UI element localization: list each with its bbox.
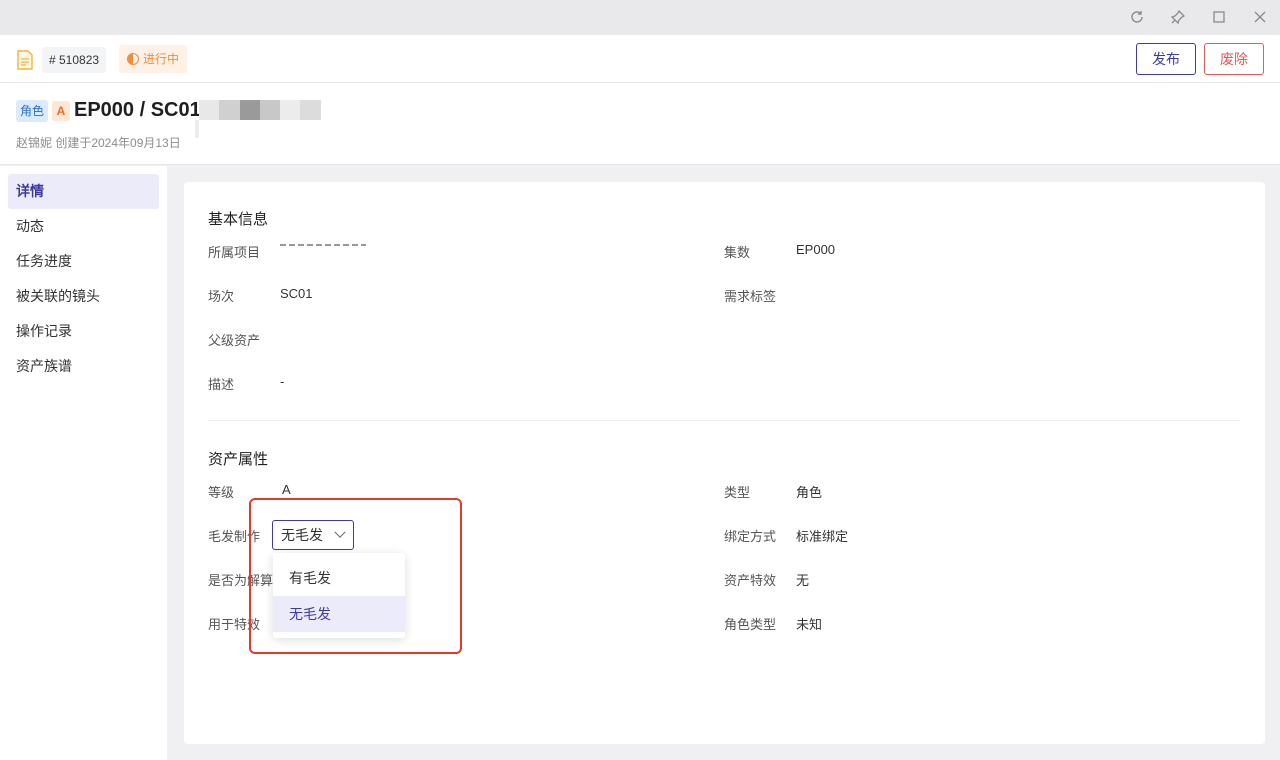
parent-asset-label: 父级资产 <box>208 333 261 348</box>
pin-icon[interactable] <box>1169 8 1187 26</box>
refresh-icon[interactable] <box>1128 8 1146 26</box>
type-value: 角色 <box>796 485 823 500</box>
sidebar-item-linked-shots[interactable]: 被关联的镜头 <box>8 279 159 314</box>
grade-label: 等级 <box>208 485 235 500</box>
publish-button[interactable]: 发布 <box>1136 43 1196 75</box>
discard-button[interactable]: 废除 <box>1204 43 1264 75</box>
scene-value: SC01 <box>280 286 313 301</box>
grade-value: A <box>282 482 291 497</box>
description-label: 描述 <box>208 377 235 392</box>
details-card: 基本信息 所属项目 集数 EP000 场次 SC01 需求标签 父级资产 描述 … <box>184 182 1265 744</box>
sidebar-item-operation-log[interactable]: 操作记录 <box>8 314 159 349</box>
effect-value: 无 <box>796 573 810 588</box>
asset-title-area: 角色 A EP000 / SC01 赵锦妮 创建于2024年09月13日 <box>0 83 1280 165</box>
progress-icon <box>127 53 139 65</box>
effect-label: 资产特效 <box>724 573 777 588</box>
asset-grade-badge: A <box>52 101 70 121</box>
scene-label: 场次 <box>208 289 235 304</box>
section-divider <box>208 420 1240 421</box>
episode-label: 集数 <box>724 245 751 260</box>
sidebar-item-asset-lineage[interactable]: 资产族谱 <box>8 349 159 384</box>
binding-label: 绑定方式 <box>724 529 777 544</box>
project-label: 所属项目 <box>208 245 261 260</box>
annotation-highlight-box <box>249 498 462 654</box>
document-icon <box>16 50 34 70</box>
window-title-bar <box>0 0 1280 35</box>
page-title: EP000 / SC01 <box>74 99 201 121</box>
sidebar-item-task-progress[interactable]: 任务进度 <box>8 244 159 279</box>
tags-label: 需求标签 <box>724 289 777 304</box>
sidebar: 详情 动态 任务进度 被关联的镜头 操作记录 资产族谱 <box>0 166 167 760</box>
role-type-value: 未知 <box>796 617 823 632</box>
close-icon[interactable] <box>1251 8 1269 26</box>
project-value-clipped <box>280 242 366 247</box>
sidebar-item-details[interactable]: 详情 <box>8 174 159 209</box>
episode-value: EP000 <box>796 242 836 257</box>
binding-value: 标准绑定 <box>796 529 849 544</box>
redacted-title-mosaic <box>199 100 321 120</box>
role-type-label: 角色类型 <box>724 617 777 632</box>
sidebar-item-activity[interactable]: 动态 <box>8 209 159 244</box>
asset-attributes-title: 资产属性 <box>208 451 269 468</box>
basic-info-title: 基本信息 <box>208 211 269 228</box>
description-value: - <box>280 374 285 389</box>
asset-id-tag: # 510823 <box>42 47 107 73</box>
status-label: 进行中 <box>143 52 180 66</box>
maximize-icon[interactable] <box>1210 8 1228 26</box>
top-header: # 510823 进行中 发布 废除 <box>0 35 1280 83</box>
status-badge: 进行中 <box>119 45 188 73</box>
creator-info: 赵锦妮 创建于2024年09月13日 <box>16 136 181 150</box>
type-label: 类型 <box>724 485 751 500</box>
asset-type-badge: 角色 <box>16 100 49 122</box>
